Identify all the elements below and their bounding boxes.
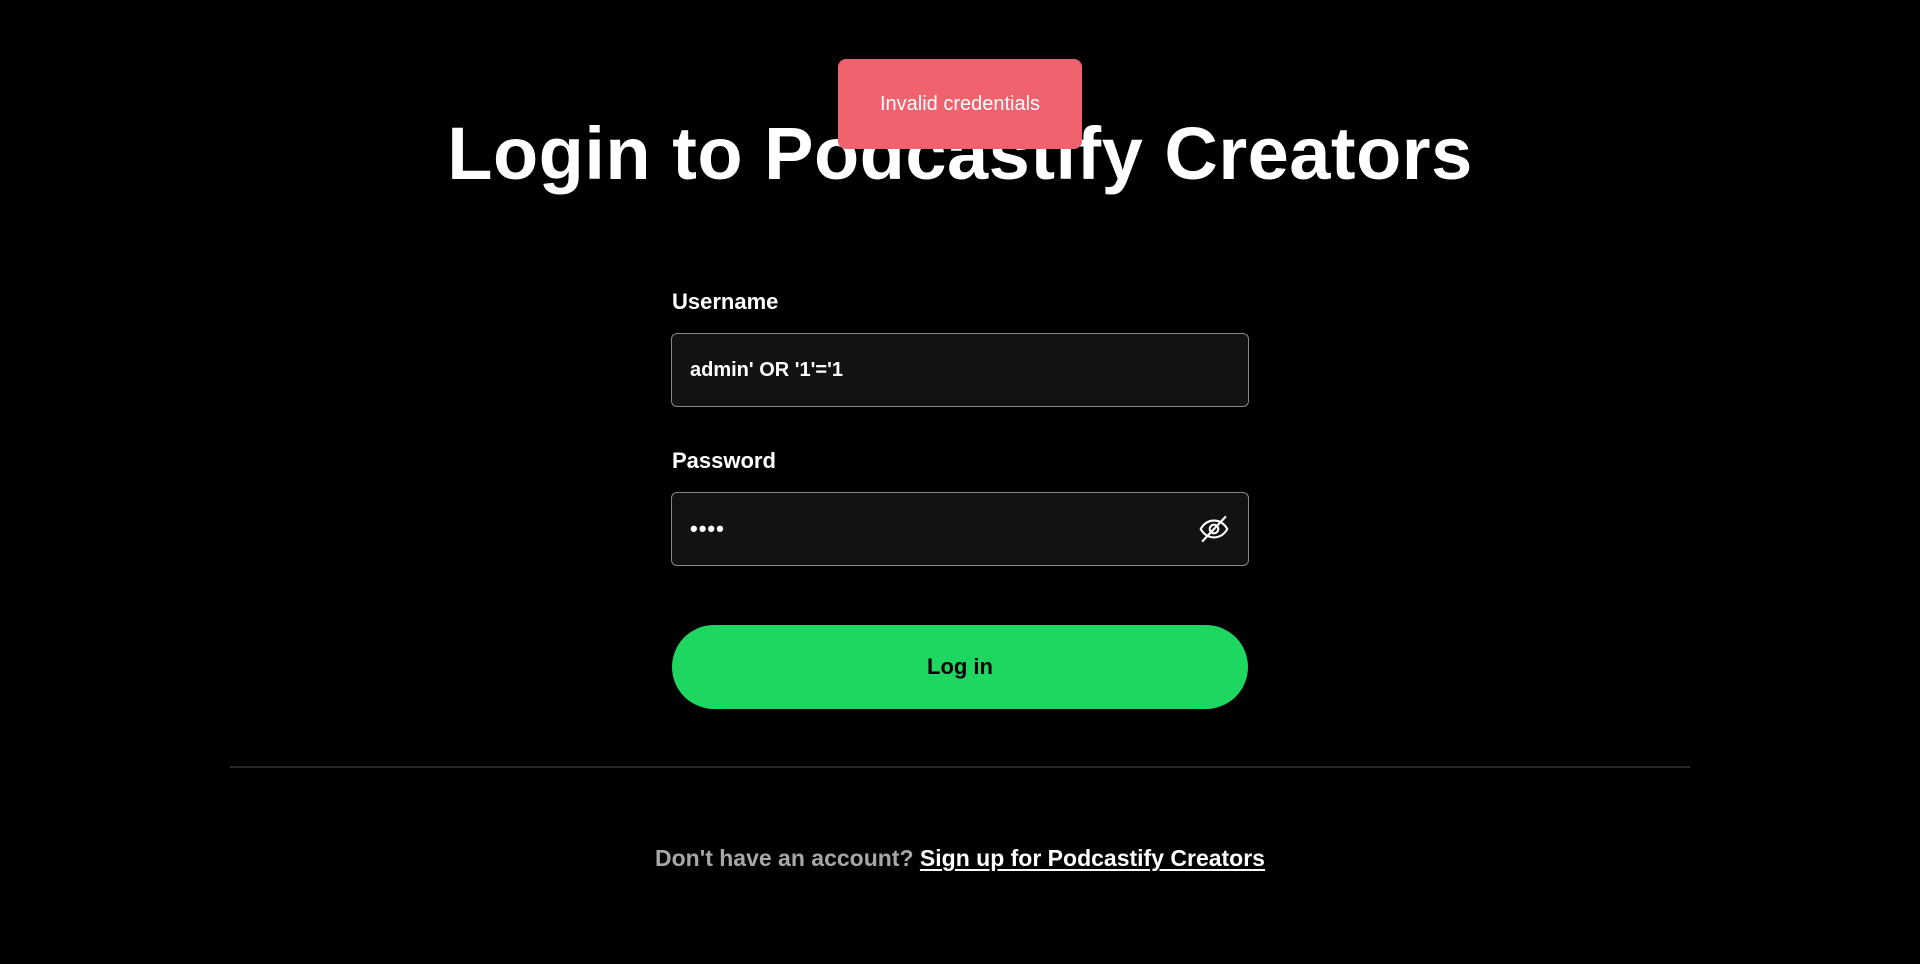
divider: [230, 766, 1690, 768]
password-label: Password: [672, 448, 776, 473]
signup-link[interactable]: Sign up for Podcastify Creators: [920, 845, 1265, 871]
signup-prompt-text: Don't have an account?: [655, 845, 914, 871]
login-page: Login to Podcastify Creators Invalid cre…: [0, 0, 1920, 964]
password-field-wrapper: [671, 492, 1249, 566]
username-field-wrapper: [671, 333, 1249, 407]
login-button[interactable]: Log in: [672, 625, 1248, 709]
signup-prompt: Don't have an account? Sign up for Podca…: [0, 845, 1920, 872]
username-input[interactable]: [690, 358, 1230, 382]
eye-off-icon[interactable]: [1198, 513, 1230, 545]
error-toast: Invalid credentials: [838, 59, 1082, 149]
error-toast-message: Invalid credentials: [879, 92, 1041, 115]
login-form: Username Password Log in: [671, 288, 1249, 709]
password-input[interactable]: [690, 516, 1230, 542]
username-label: Username: [672, 289, 779, 314]
